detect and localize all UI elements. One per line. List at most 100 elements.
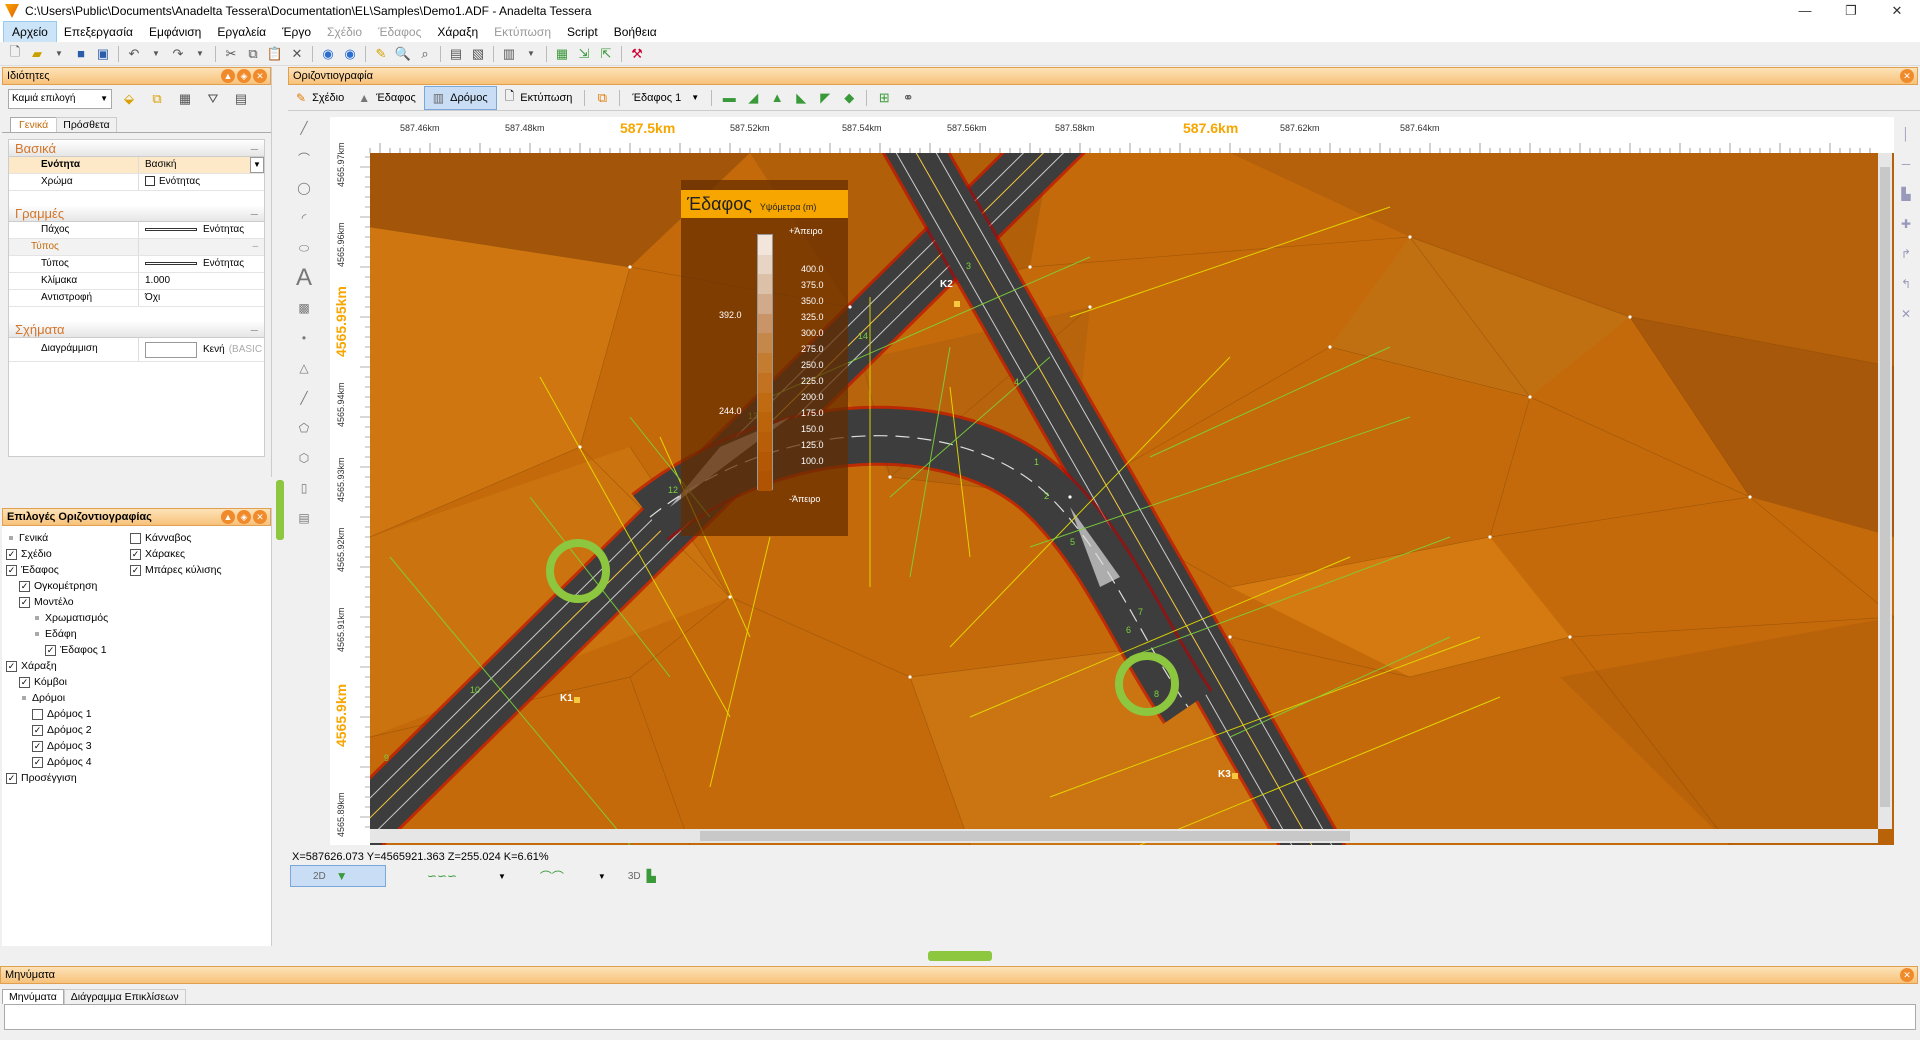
delete-icon[interactable]: ✕ [286,44,308,64]
copy-icon[interactable]: ⧉ [242,44,264,64]
filter-icon[interactable]: ⛛ [202,89,224,109]
ellipse-tool-icon[interactable]: ⬭ [288,233,320,263]
snap-end-icon[interactable]: ─ [1892,149,1920,179]
save-icon[interactable]: ■ [70,44,92,64]
tree-item[interactable]: Χρωματισμός [6,610,126,626]
tree-item[interactable]: ✓ Σχέδιο [6,546,126,562]
dropdown-arrow-icon[interactable]: ▼ [189,44,211,64]
segment-tool-icon[interactable]: ╱ [288,383,320,413]
prop-row[interactable]: Κλίμακα 1.000 [9,273,264,290]
terrain-select[interactable]: Έδαφος 1 ▼ [626,92,705,104]
tree-item[interactable]: Εδάφη [6,626,126,642]
tree-item[interactable]: Γενικά [6,530,126,546]
close-icon[interactable]: ✕ [253,69,267,83]
checkbox[interactable] [32,708,43,720]
mode-road-button[interactable]: ▥ Δρόμος [423,85,497,110]
document-tool-icon[interactable]: ▤ [288,503,320,533]
menu-item[interactable]: Εργαλεία [209,22,274,42]
mode-print-button[interactable]: 🗋 Εκτύπωση [499,87,579,109]
export-data-icon[interactable]: ⇱ [595,44,617,64]
tab-additional[interactable]: Πρόσθετα [56,117,117,132]
menu-item[interactable]: Χάραξη [429,22,486,42]
prop-row[interactable]: Τύπος – [9,239,264,256]
grid-icon[interactable]: ▦ [174,89,196,109]
collapse-icon[interactable]: ▲ [221,69,235,83]
polygon-tool-icon[interactable]: ⬠ [288,413,320,443]
menu-item[interactable]: Βοήθεια [606,22,665,42]
forward-icon[interactable]: ◉ [339,44,361,64]
back-icon[interactable]: ◉ [317,44,339,64]
close-icon[interactable]: ✕ [1900,968,1914,982]
terrain-tool-6-icon[interactable]: ◆ [838,88,860,108]
profile-view-button[interactable]: ∽∽∽ [392,865,492,887]
export-icon[interactable]: ▧ [467,44,489,64]
restore-icon[interactable]: ◈ [237,510,251,524]
prop-row[interactable]: Πάχος Ενότητας [9,222,264,239]
hatch-tool-icon[interactable]: ▩ [288,293,320,323]
properties-page-icon[interactable]: ▤ [230,89,252,109]
arc-tool-icon[interactable]: ◜ [288,203,320,233]
checkbox[interactable]: ✓ [6,660,17,672]
prop-row[interactable]: Αντιστροφή Όχι [9,290,264,307]
line-tool-icon[interactable]: ╱ [288,113,320,143]
close-icon[interactable]: ✕ [253,510,267,524]
tab-general[interactable]: Γενικά [10,117,58,132]
tree-item[interactable]: Δρόμος 1 [6,706,126,722]
checkbox[interactable]: ✓ [6,772,17,784]
open-folder-icon[interactable]: ▰ [26,44,48,64]
checkbox[interactable]: ✓ [130,548,141,560]
checkbox[interactable]: ✓ [32,740,43,752]
close-button[interactable]: ✕ [1874,0,1920,22]
pick-icon[interactable]: ⬙ [118,89,140,109]
polyline-tool-icon[interactable]: ⌒ [288,143,320,173]
tab-messages[interactable]: Μηνύματα [2,989,64,1004]
dropdown-arrow-icon[interactable]: ▼ [145,44,167,64]
layout-icon[interactable]: ▥ [498,44,520,64]
chevron-down-icon[interactable]: ▼ [598,872,606,881]
layers-icon[interactable]: ⧉ [591,88,613,108]
tree-item[interactable]: ✓ Κόμβοι [6,674,126,690]
tree-item[interactable]: ✓ Δρόμος 4 [6,754,126,770]
snap-center-icon[interactable]: ✚ [1892,209,1920,239]
redo-icon[interactable]: ↷ [167,44,189,64]
checkbox[interactable]: ✓ [130,564,141,576]
text-tool-icon[interactable]: A [288,263,320,293]
splitter-handle[interactable] [276,480,284,540]
cut-icon[interactable]: ✂ [220,44,242,64]
checkbox[interactable]: ✓ [6,564,17,576]
page-tool-icon[interactable]: ▯ [288,473,320,503]
restore-icon[interactable]: ◈ [237,69,251,83]
table-icon[interactable]: ▦ [551,44,573,64]
checkbox[interactable]: ✓ [45,644,56,656]
menu-item[interactable]: Επεξεργασία [56,22,141,42]
node-point[interactable] [574,697,580,703]
terrain-tool-1-icon[interactable]: ▬ [718,88,740,108]
plan-canvas[interactable]: 587.46km 587.48km 587.5km 587.52km 587.54km 5… [330,117,1894,845]
checkbox[interactable] [130,532,141,544]
snap-corner-icon[interactable]: ▙ [1892,179,1920,209]
tree-item[interactable]: ✓ Μπάρες κύλισης [130,562,270,578]
tree-item[interactable]: ✓ Χάρακες [130,546,270,562]
chevron-down-icon[interactable]: ▼ [250,157,264,173]
node-point[interactable] [1232,773,1238,779]
vertical-scroll-thumb[interactable] [1880,167,1890,807]
prop-row[interactable]: Τύπος Ενότητας [9,256,264,273]
menu-item[interactable]: Εκτύπωση [486,22,559,42]
maximize-button[interactable]: ❐ [1828,0,1874,22]
tree-item[interactable]: Δρόμοι [6,690,126,706]
tree-item[interactable]: ✓ Δρόμος 2 [6,722,126,738]
zoom-icon[interactable]: 🔍 [392,44,414,64]
checkbox[interactable]: ✓ [19,676,30,688]
close-icon[interactable]: ✕ [1900,69,1914,83]
menu-item[interactable]: Έδαφος [370,22,429,42]
copy-props-icon[interactable]: ⧉ [146,89,168,109]
tree-item[interactable]: ✓ Έδαφος 1 [6,642,126,658]
terrain-tool-5-icon[interactable]: ◤ [814,88,836,108]
prop-row[interactable]: Ενότητα Βασική ▼ [9,157,264,174]
new-file-icon[interactable]: 🗋 [4,44,26,64]
checkbox[interactable]: ✓ [19,596,30,608]
prop-row[interactable]: Χρώμα Ενότητας [9,174,264,191]
find-icon[interactable]: ⌕ [414,44,436,64]
node-point[interactable] [954,301,960,307]
terrain-tool-4-icon[interactable]: ◣ [790,88,812,108]
